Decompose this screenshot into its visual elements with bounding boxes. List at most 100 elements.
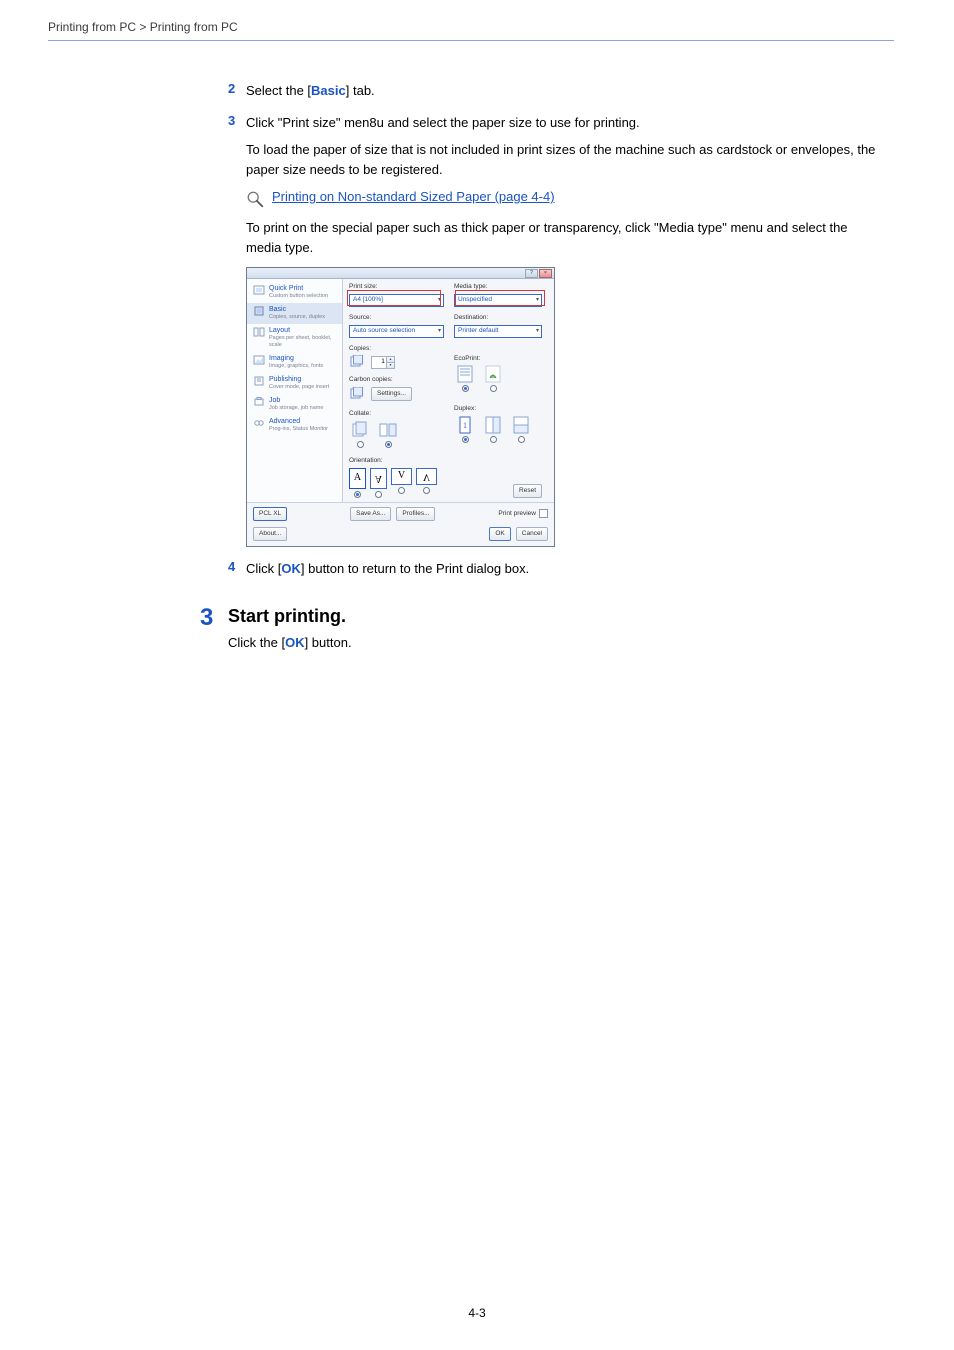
copies-value: 1: [381, 358, 385, 366]
radio-icon: [375, 491, 382, 498]
step-2-link-basic: Basic: [311, 83, 346, 98]
duplex-off[interactable]: 1: [454, 416, 476, 443]
chevron-down-icon: ▾: [438, 297, 441, 304]
sidebar-item-advanced[interactable]: AdvancedProg-ins, Status Monitor: [247, 415, 342, 436]
orientation-portrait-rotated[interactable]: A: [370, 468, 387, 498]
about-button[interactable]: About...: [253, 527, 287, 541]
step-4-number: 4: [228, 559, 246, 574]
combo-media-type-value: Unspecified: [458, 296, 492, 304]
big-step-3-title: Start printing.: [228, 606, 352, 627]
layout-icon: [253, 327, 265, 337]
sidebar-item-quick-print[interactable]: Quick PrintCustom button selection: [247, 282, 342, 303]
sidebar-item-layout[interactable]: LayoutPages per sheet, booklet, scale: [247, 324, 342, 352]
radio-icon: [423, 487, 430, 494]
radio-icon: [490, 385, 497, 392]
step-4-link-ok: OK: [281, 561, 301, 576]
chevron-down-icon: ▾: [536, 328, 539, 335]
combo-destination-value: Printer default: [458, 327, 498, 335]
combo-media-type[interactable]: Unspecified ▾: [454, 294, 542, 307]
step-2-text-b: ] tab.: [346, 83, 375, 98]
radio-icon: [354, 491, 361, 498]
label-ecoprint: EcoPrint:: [454, 355, 542, 363]
pcl-button[interactable]: PCL XL: [253, 507, 287, 521]
label-collate: Collate:: [349, 410, 444, 418]
sidebar-item-basic[interactable]: BasicCopies, source, duplex: [247, 303, 342, 324]
step-3-paragraph-2: To print on the special paper such as th…: [246, 218, 884, 257]
dialog-footer-2: About... OK Cancel: [247, 525, 554, 546]
big-step-3-body-a: Click the [: [228, 635, 285, 650]
step-3-paragraph-1: To load the paper of size that is not in…: [246, 140, 884, 179]
big-step-3: 3 Start printing. Click the [OK] button.: [200, 606, 884, 650]
job-icon: [253, 397, 265, 407]
svg-text:1: 1: [463, 421, 467, 430]
sidebar-item-sub: Pages per sheet, booklet, scale: [269, 335, 339, 348]
duplex-short-edge[interactable]: [510, 416, 532, 443]
sidebar-item-sub: Custom button selection: [269, 293, 328, 300]
ecoprint-on[interactable]: [482, 365, 504, 392]
window-help-button[interactable]: ?: [525, 269, 538, 278]
chevron-down-icon: ▾: [438, 328, 441, 335]
quickprint-icon: [253, 285, 265, 295]
orientation-landscape[interactable]: V: [391, 468, 412, 498]
step-4-text-b: ] button to return to the Print dialog b…: [301, 561, 529, 576]
cancel-button[interactable]: Cancel: [516, 527, 548, 541]
sidebar-item-label: Layout: [269, 327, 339, 335]
sidebar-item-label: Basic: [269, 306, 325, 314]
collate-opt-on[interactable]: [377, 421, 399, 448]
xref-row: Printing on Non-standard Sized Paper (pa…: [246, 189, 884, 208]
checkbox-icon: [539, 509, 548, 518]
step-3-text: Click "Print size" men8u and select the …: [246, 113, 640, 133]
collate-opt-off[interactable]: [349, 421, 371, 448]
combo-print-size[interactable]: A4 [100%]▾: [349, 294, 444, 307]
magnifier-icon: [246, 190, 264, 208]
combo-destination[interactable]: Printer default ▾: [454, 325, 542, 338]
combo-source[interactable]: Auto source selection▾: [349, 325, 444, 338]
print-preview-checkbox[interactable]: Print preview: [498, 509, 548, 518]
radio-icon: [398, 487, 405, 494]
copies-icon: [349, 355, 367, 369]
big-step-3-number: 3: [200, 606, 228, 630]
sidebar-item-job[interactable]: JobJob storage, job name: [247, 394, 342, 415]
copies-spinner[interactable]: 1 ▴▾: [371, 356, 395, 369]
profiles-button[interactable]: Profiles...: [396, 507, 435, 521]
window-close-button[interactable]: ×: [539, 269, 552, 278]
publishing-icon: [253, 376, 265, 386]
spinner-down-icon[interactable]: ▾: [386, 363, 394, 368]
chevron-down-icon: ▾: [536, 297, 539, 304]
settings-button[interactable]: Settings...: [371, 387, 412, 401]
xref-link-nonstandard-paper[interactable]: Printing on Non-standard Sized Paper (pa…: [272, 189, 555, 204]
big-step-3-link-ok: OK: [285, 635, 305, 650]
step-4-text-a: Click [: [246, 561, 281, 576]
label-copies: Copies:: [349, 345, 444, 353]
step-2-text-a: Select the [: [246, 83, 311, 98]
sidebar-item-sub: Prog-ins, Status Monitor: [269, 426, 328, 433]
radio-icon: [490, 436, 497, 443]
sidebar-item-publishing[interactable]: PublishingCover mode, page insert: [247, 373, 342, 394]
dialog-footer-1: PCL XL Save As... Profiles... Print prev…: [247, 502, 554, 525]
ecoprint-off[interactable]: [454, 365, 476, 392]
step-4: 4 Click [OK] button to return to the Pri…: [228, 559, 884, 579]
sidebar-item-label: Imaging: [269, 355, 323, 363]
radio-icon: [462, 385, 469, 392]
label-print-size: Print size:: [349, 283, 444, 291]
printing-preferences-dialog: ? × Quick PrintCustom button selection B…: [246, 267, 555, 547]
step-3: 3 Click "Print size" men8u and select th…: [228, 113, 884, 133]
radio-icon: [518, 436, 525, 443]
big-step-3-body-b: ] button.: [305, 635, 352, 650]
ok-button[interactable]: OK: [489, 527, 510, 541]
label-carbon-copies: Carbon copies:: [349, 376, 444, 384]
step-2-number: 2: [228, 81, 246, 96]
orientation-landscape-rotated[interactable]: V: [416, 468, 437, 498]
reset-button[interactable]: Reset: [513, 484, 542, 498]
radio-icon: [462, 436, 469, 443]
sidebar-item-sub: Job storage, job name: [269, 405, 323, 412]
orientation-portrait[interactable]: A: [349, 468, 366, 498]
radio-icon: [385, 441, 392, 448]
sidebar-item-sub: Image, graphics, fonts: [269, 363, 323, 370]
radio-icon: [357, 441, 364, 448]
step-3-number: 3: [228, 113, 246, 128]
basic-icon: [253, 306, 265, 316]
save-as-button[interactable]: Save As...: [350, 507, 391, 521]
sidebar-item-imaging[interactable]: ImagingImage, graphics, fonts: [247, 352, 342, 373]
duplex-long-edge[interactable]: [482, 416, 504, 443]
